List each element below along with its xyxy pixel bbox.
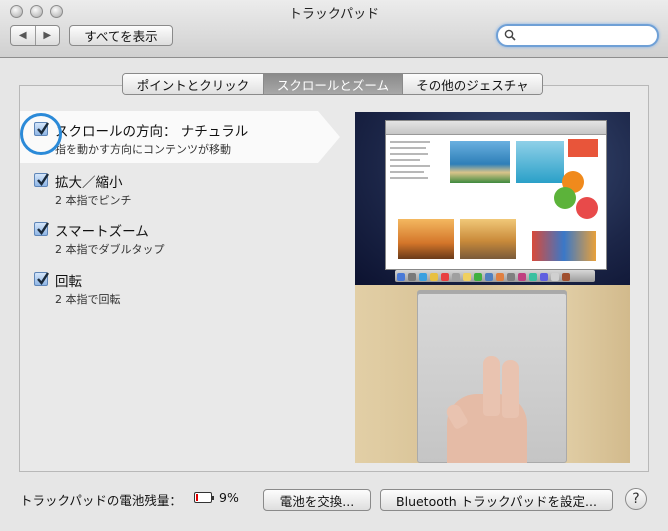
back-arrow-icon[interactable]: ◀ [11, 26, 36, 45]
search-icon [504, 29, 516, 41]
checkbox-checked-icon[interactable] [34, 173, 50, 187]
option-title: スクロールの方向： ナチュラル [55, 124, 249, 140]
preview-photo [450, 141, 510, 183]
tab-more-gestures[interactable]: その他のジェスチャ [403, 74, 542, 94]
preview-photo [460, 219, 516, 259]
option-subtitle: 2 本指でダブルタップ [55, 243, 165, 256]
checkbox-checked-icon[interactable] [34, 222, 50, 236]
focus-ring [20, 113, 62, 155]
finger [502, 360, 519, 418]
battery-label: トラックパッドの電池残量： [20, 493, 182, 508]
preview-dock [395, 270, 595, 282]
replace-battery-button[interactable]: 電池を交換... [263, 489, 371, 511]
preview-circle [554, 187, 576, 209]
checkbox-checked-icon[interactable] [34, 272, 50, 286]
preview-photo [532, 231, 596, 261]
option-title: 拡大／縮小 [55, 175, 123, 191]
tab-point-and-click[interactable]: ポイントとクリック [123, 74, 264, 94]
battery-icon [194, 492, 214, 503]
preview-photo [398, 219, 454, 259]
preview-browser-window [385, 120, 607, 270]
window-titlebar: トラックパッド ◀ ▶ すべてを表示 [0, 0, 668, 58]
forward-arrow-icon[interactable]: ▶ [36, 26, 60, 45]
window-title: トラックパッド [288, 7, 380, 22]
tab-bar: ポイントとクリック スクロールとズーム その他のジェスチャ [122, 73, 543, 95]
help-icon[interactable]: ? [625, 488, 647, 510]
selected-option-pointer [318, 111, 340, 163]
search-input[interactable] [496, 24, 659, 47]
option-title: スマートズーム [55, 224, 149, 240]
option-subtitle: 指を動かす方向にコンテンツが移動 [55, 143, 231, 156]
show-all-button[interactable]: すべてを表示 [69, 25, 173, 46]
option-subtitle: 2 本指でピンチ [55, 194, 132, 207]
finger [483, 356, 500, 416]
setup-bluetooth-trackpad-button[interactable]: Bluetooth トラックパッドを設定... [380, 489, 613, 511]
preview-circle [576, 197, 598, 219]
gesture-preview-video [355, 112, 630, 463]
option-subtitle: 2 本指で回転 [55, 293, 121, 306]
battery-percent: 9% [219, 490, 239, 505]
preview-photo [516, 141, 564, 183]
back-forward-control: ◀ ▶ [10, 25, 60, 46]
tab-scroll-and-zoom[interactable]: スクロールとズーム [264, 74, 403, 94]
option-title: 回転 [55, 274, 82, 290]
preview-badge [568, 139, 598, 157]
